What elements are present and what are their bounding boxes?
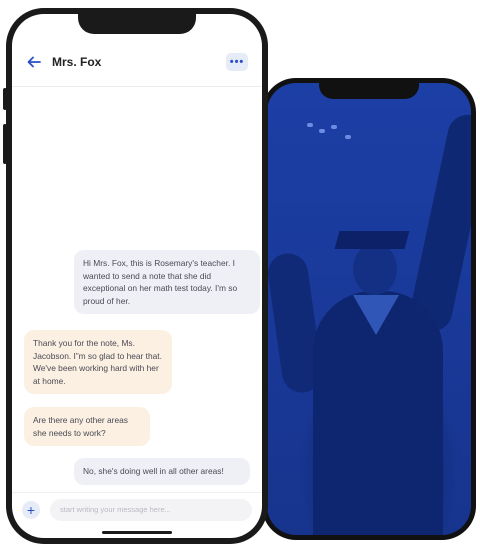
message-outgoing: No, she's doing well in all other areas! — [74, 458, 250, 485]
phone-side-button — [3, 88, 7, 110]
chat-screen: Mrs. Fox ••• Hi Mrs. Fox, this is Rosema… — [12, 14, 262, 538]
phone-side-button — [3, 124, 7, 164]
arrow-left-icon[interactable] — [26, 54, 42, 70]
phone-notch — [319, 83, 419, 99]
photo-shape — [331, 125, 337, 129]
chat-phone: Mrs. Fox ••• Hi Mrs. Fox, this is Rosema… — [3, 8, 268, 544]
header-divider — [12, 86, 262, 87]
contact-name: Mrs. Fox — [52, 55, 102, 69]
message-input[interactable] — [50, 498, 252, 521]
chat-header: Mrs. Fox ••• — [12, 44, 262, 80]
more-options-button[interactable]: ••• — [226, 53, 248, 71]
photo-shape — [319, 129, 325, 133]
message-outgoing: Hi Mrs. Fox, this is Rosemary's teacher.… — [74, 250, 260, 315]
message-incoming: Thank you for the note, Ms. Jacobson. I”… — [24, 330, 172, 395]
background-phone — [262, 78, 476, 540]
photo-shape — [353, 243, 397, 295]
add-attachment-button[interactable]: + — [22, 500, 40, 519]
photo-shape — [334, 231, 410, 249]
photo-shape — [307, 123, 313, 127]
graduation-photo — [267, 83, 471, 535]
phone-notch — [78, 14, 196, 34]
message-incoming: Are there any other areas she needs to w… — [24, 407, 150, 447]
message-composer: + — [12, 492, 262, 526]
photo-shape — [345, 135, 351, 139]
home-indicator — [102, 531, 172, 534]
